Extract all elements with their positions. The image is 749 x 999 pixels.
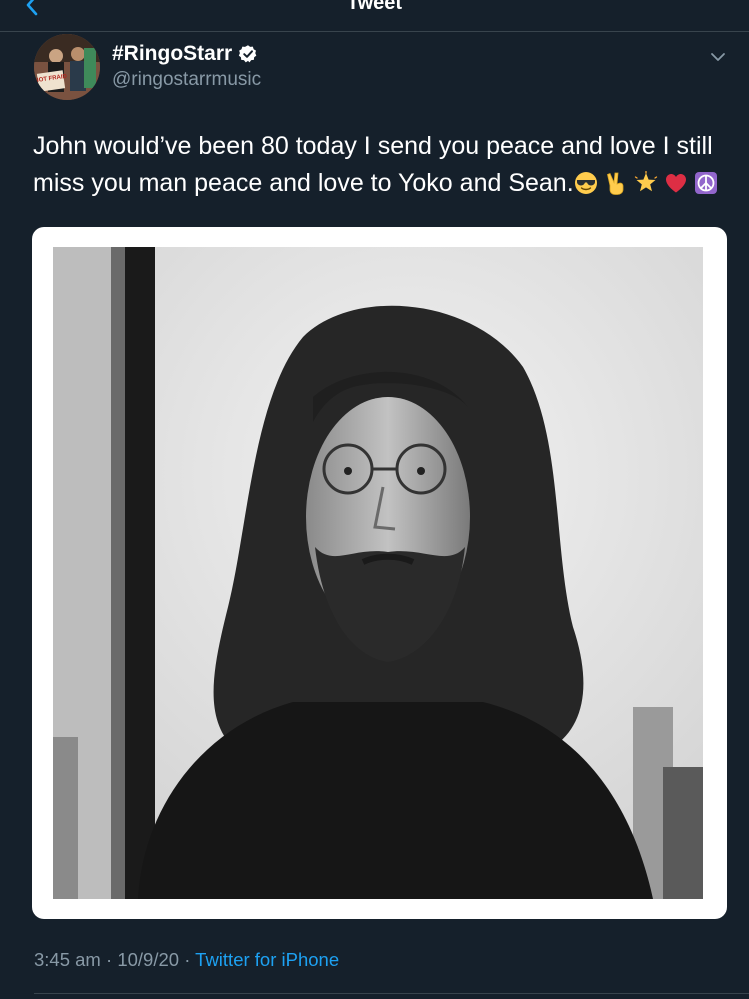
sunglasses-face-icon [574,172,597,194]
tweet-date: 10/9/20 [117,949,180,970]
tweet-source-link[interactable]: Twitter for iPhone [195,949,339,970]
avatar-image: NOT FRAID [34,34,100,100]
tweet-time: 3:45 am [34,949,101,970]
page-title: Tweet [346,0,403,14]
red-heart-icon [665,174,686,193]
tweet-text: John would’ve been 80 today I send you p… [33,128,733,202]
victory-hand-icon [606,172,624,195]
author-name[interactable]: #RingoStarr [112,42,258,66]
divider [34,993,749,994]
verified-badge-icon [239,45,257,63]
author-handle[interactable]: @ringostarrmusic [112,69,261,91]
peace-symbol-icon [694,172,717,194]
top-bar: Tweet [0,0,749,32]
chevron-down-icon[interactable] [708,47,728,67]
author-name-label: #RingoStarr [112,42,233,65]
media-card[interactable] [32,227,727,919]
emoji-row [574,171,718,195]
tweet-meta: 3:45 am · 10/9/20 · Twitter for iPhone [34,949,339,971]
meta-separator: · [106,949,113,970]
glowing-star-icon [634,171,657,192]
meta-separator: · [184,949,191,970]
tweet-photo[interactable] [53,247,703,899]
avatar[interactable]: NOT FRAID [34,34,100,100]
